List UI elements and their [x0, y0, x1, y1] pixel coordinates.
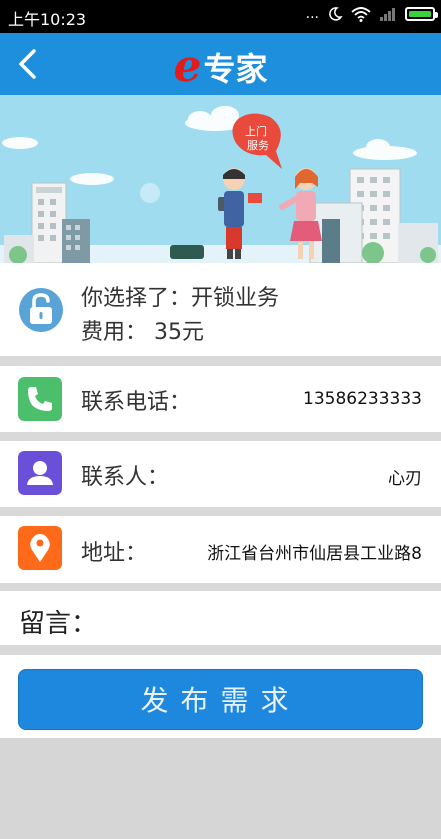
banner-illustration: 上门 服务: [0, 95, 441, 263]
contact-phone-label: 联系电话：: [81, 390, 192, 415]
app-title: e专家: [0, 41, 441, 92]
svg-text:服务: 服务: [247, 139, 269, 152]
status-bar: 上午10:23 ...: [0, 0, 441, 33]
empty-bottom-area: [0, 738, 441, 839]
status-icons: ...: [305, 6, 438, 22]
location-pin-icon: [18, 526, 62, 570]
wifi-icon: [351, 7, 371, 22]
service-banner: 上门 服务: [0, 95, 441, 263]
contact-person-label: 联系人：: [81, 465, 170, 490]
message-label: 留言：: [19, 609, 98, 639]
battery-icon: [405, 7, 438, 21]
contact-person-value[interactable]: 心刃: [388, 464, 422, 489]
address-value[interactable]: 浙江省台州市仙居县工业路8: [207, 539, 422, 564]
moon-icon: [329, 7, 343, 21]
top-navbar: e专家: [0, 33, 441, 95]
title-text: 专家: [203, 49, 268, 88]
unlock-icon: [19, 288, 63, 332]
message-row[interactable]: 留言：: [0, 591, 441, 645]
contact-phone-value[interactable]: 13586233333: [303, 389, 422, 409]
phone-icon: [18, 377, 62, 421]
logo-letter: e: [173, 41, 202, 92]
message-input[interactable]: [110, 601, 422, 635]
contact-person-row[interactable]: 联系人： 心刃: [0, 441, 441, 507]
service-fee: 费用： 35元: [81, 320, 204, 345]
person-icon: [18, 451, 62, 495]
service-info-card: 你选择了：开锁业务 费用： 35元: [0, 263, 441, 356]
signal-icon: [380, 8, 395, 21]
address-row[interactable]: 地址： 浙江省台州市仙居县工业路8: [0, 516, 441, 583]
more-dots-icon: ...: [305, 6, 319, 22]
contact-phone-row[interactable]: 联系电话： 13586233333: [0, 366, 441, 432]
address-label: 地址：: [81, 541, 148, 566]
selected-service: 你选择了：开锁业务: [81, 286, 280, 311]
svg-text:上门: 上门: [245, 124, 267, 138]
publish-request-button[interactable]: 发布需求: [18, 669, 423, 730]
status-time: 上午10:23: [8, 10, 87, 29]
